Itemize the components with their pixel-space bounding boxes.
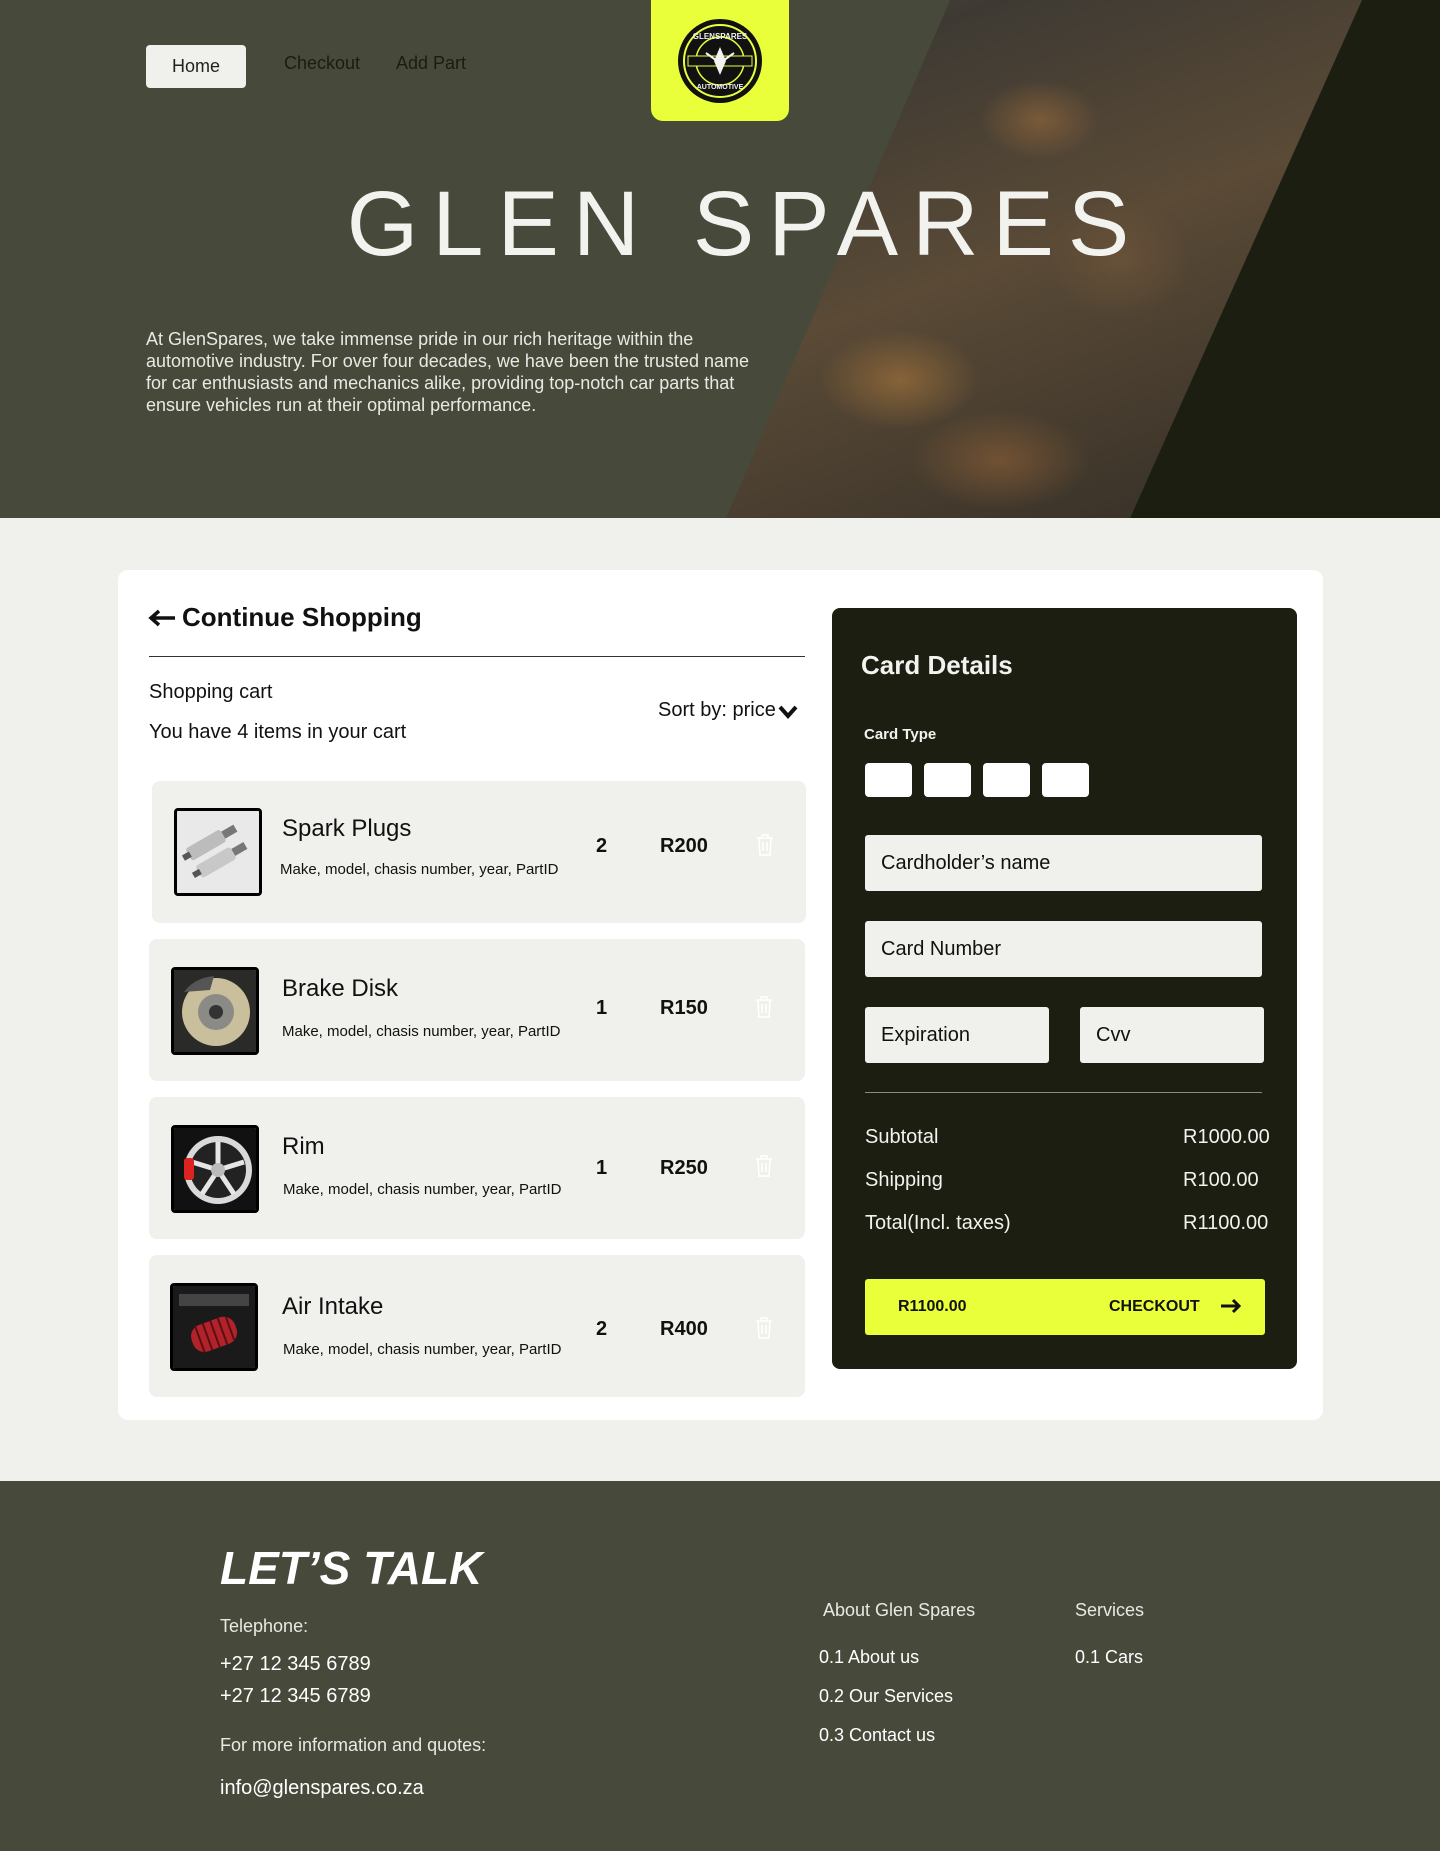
footer-title: LET’S TALK xyxy=(220,1542,483,1594)
expiration-field[interactable] xyxy=(865,1007,1049,1063)
cart-item: Brake Disk Make, model, chasis number, y… xyxy=(149,939,805,1081)
item-price: R250 xyxy=(660,1157,708,1179)
nav-checkout-link[interactable]: Checkout xyxy=(284,53,360,74)
item-price: R200 xyxy=(660,835,708,857)
item-name: Air Intake xyxy=(282,1293,384,1320)
trash-icon[interactable] xyxy=(754,1316,774,1340)
spark-plug-icon xyxy=(174,808,262,896)
subtotal-label: Subtotal xyxy=(865,1126,939,1148)
phone-number[interactable]: +27 12 345 6789 xyxy=(220,1653,371,1676)
card-type-option[interactable] xyxy=(1042,763,1089,797)
continue-shopping-link[interactable]: Continue Shopping xyxy=(148,602,422,633)
item-quantity[interactable]: 1 xyxy=(596,997,607,1020)
info-label: For more information and quotes: xyxy=(220,1735,487,1755)
card-type-label: Card Type xyxy=(864,726,937,743)
cart-title: Shopping cart xyxy=(149,681,273,703)
trash-icon[interactable] xyxy=(754,995,774,1019)
continue-shopping-label: Continue Shopping xyxy=(182,602,422,632)
item-name: Brake Disk xyxy=(282,975,399,1002)
footer-link-contact[interactable]: 0.3 Contact us xyxy=(819,1725,935,1746)
checkout-amount: R1100.00 xyxy=(898,1298,967,1315)
hero-title: GLEN SPARES xyxy=(346,173,1144,275)
card-details-panel: Card Details Card Type Subtotal R1000.00… xyxy=(832,608,1297,1369)
card-number-field[interactable] xyxy=(865,921,1262,977)
cart-count: You have 4 items in your cart xyxy=(149,721,407,743)
total-label: Total(Incl. taxes) xyxy=(865,1212,1011,1234)
shipping-label: Shipping xyxy=(865,1169,943,1191)
card-type-option[interactable] xyxy=(983,763,1030,797)
rim-icon xyxy=(171,1125,259,1213)
card-type-option[interactable] xyxy=(865,763,912,797)
cardholder-name-field[interactable] xyxy=(865,835,1262,891)
item-name: Spark Plugs xyxy=(282,815,412,842)
nav-add-part-link[interactable]: Add Part xyxy=(396,53,466,74)
item-quantity[interactable]: 2 xyxy=(596,1318,607,1341)
item-price: R150 xyxy=(660,997,708,1019)
footer-link-about[interactable]: 0.1 About us xyxy=(819,1647,919,1668)
sort-dropdown[interactable]: Sort by: price xyxy=(658,699,798,722)
glenspares-logo-icon: GLENSPARES AUTOMOTIVE xyxy=(678,18,762,103)
item-meta: Make, model, chasis number, year, PartID xyxy=(280,861,559,878)
logo-badge[interactable]: GLENSPARES AUTOMOTIVE xyxy=(651,0,789,121)
item-meta: Make, model, chasis number, year, PartID xyxy=(283,1181,562,1198)
checkout-button[interactable]: R1100.00 CHECKOUT xyxy=(865,1279,1265,1335)
item-quantity[interactable]: 1 xyxy=(596,1157,607,1180)
air-intake-icon xyxy=(170,1283,258,1371)
cart-item: Air Intake Make, model, chasis number, y… xyxy=(149,1255,805,1397)
item-meta: Make, model, chasis number, year, PartID xyxy=(282,1023,561,1040)
shipping-value: R100.00 xyxy=(1183,1169,1259,1191)
card-type-option[interactable] xyxy=(924,763,971,797)
trash-icon[interactable] xyxy=(755,833,775,857)
sort-label: Sort by: price xyxy=(658,699,776,721)
total-value: R1100.00 xyxy=(1183,1212,1269,1234)
divider xyxy=(149,656,805,657)
checkout-label: CHECKOUT xyxy=(1109,1298,1200,1315)
email-link[interactable]: info@glenspares.co.za xyxy=(220,1777,424,1800)
services-heading: Services xyxy=(1075,1600,1145,1620)
footer-link-cars[interactable]: 0.1 Cars xyxy=(1075,1647,1143,1668)
chevron-down-icon xyxy=(778,705,798,719)
trash-icon[interactable] xyxy=(754,1154,774,1178)
telephone-label: Telephone: xyxy=(220,1616,309,1636)
svg-text:GLENSPARES: GLENSPARES xyxy=(693,32,748,41)
arrow-left-icon xyxy=(148,609,175,626)
item-name: Rim xyxy=(282,1133,325,1160)
hero-description: At GlenSpares, we take immense pride in … xyxy=(146,329,749,415)
item-price: R400 xyxy=(660,1318,708,1340)
cart-item: Rim Make, model, chasis number, year, Pa… xyxy=(149,1097,805,1239)
divider xyxy=(865,1092,1262,1093)
phone-number[interactable]: +27 12 345 6789 xyxy=(220,1685,371,1708)
about-heading: About Glen Spares xyxy=(823,1600,976,1620)
arrow-right-icon xyxy=(1221,1298,1242,1314)
cvv-field[interactable] xyxy=(1080,1007,1264,1063)
nav-home-button[interactable]: Home xyxy=(146,45,246,88)
cart-item: Spark Plugs Make, model, chasis number, … xyxy=(152,781,806,923)
footer: LET’S TALK Telephone: +27 12 345 6789 +2… xyxy=(0,1481,1440,1851)
card-details-title: Card Details xyxy=(861,650,1013,680)
footer-link-services[interactable]: 0.2 Our Services xyxy=(819,1686,953,1707)
subtotal-value: R1000.00 xyxy=(1183,1126,1270,1148)
hero-section: Home Checkout Add Part GLENSPARES AUTOMO… xyxy=(0,0,1440,518)
brake-disk-icon xyxy=(171,967,259,1055)
svg-text:AUTOMOTIVE: AUTOMOTIVE xyxy=(697,84,744,91)
item-meta: Make, model, chasis number, year, PartID xyxy=(283,1341,562,1358)
item-quantity[interactable]: 2 xyxy=(596,835,607,858)
